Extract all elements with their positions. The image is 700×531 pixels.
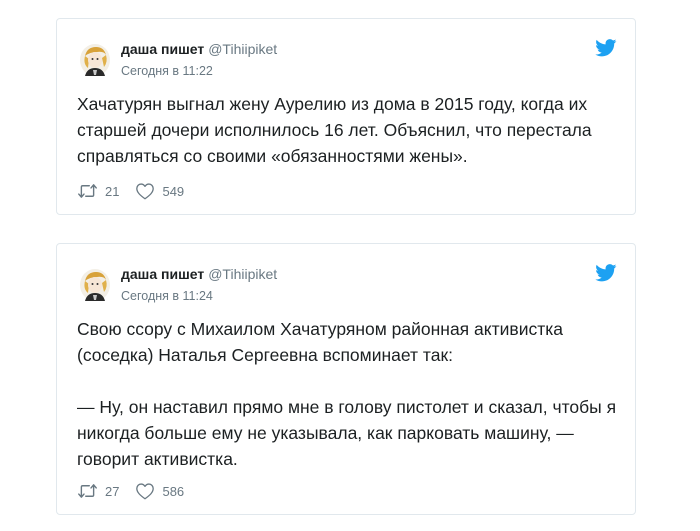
like-count: 549 xyxy=(162,183,185,199)
like-button[interactable]: 586 xyxy=(135,482,184,500)
retweet-button[interactable]: 21 xyxy=(77,183,119,199)
tweet-text-line: Свою ссору с Михаилом Хачатуряном районн… xyxy=(77,319,564,339)
user-name[interactable]: даша пишет @Tihiipiket xyxy=(121,41,277,57)
user-name[interactable]: даша пишет @Tihiipiket xyxy=(121,266,277,282)
tweet-text: Свою ссору с Михаилом Хачатуряном районн… xyxy=(77,316,619,472)
heart-icon xyxy=(136,483,155,500)
tweet-text: Хачатурян выгнал жену Аурелию из дома в … xyxy=(77,91,619,169)
retweet-count: 21 xyxy=(105,183,120,199)
retweet-icon xyxy=(78,484,97,498)
heart-icon xyxy=(136,183,155,200)
display-name[interactable]: даша пишет xyxy=(121,266,204,282)
tweet-card: даша пишет @Tihiipiket Сегодня в 11:22 Ха… xyxy=(56,18,636,215)
like-button[interactable]: 549 xyxy=(135,182,184,200)
tweet-text-line: никогда больше ему не указывала, как пар… xyxy=(77,423,574,443)
retweet-icon xyxy=(78,184,97,198)
avatar[interactable] xyxy=(77,267,113,303)
tweet-text-line: Хачатурян выгнал жену Аурелию из дома в … xyxy=(77,94,588,114)
like-count: 586 xyxy=(162,483,185,499)
display-name[interactable]: даша пишет xyxy=(121,41,204,57)
tweet-text-line: говорит активистка. xyxy=(77,449,238,469)
tweet-text-line: — Ну, он наставил прямо мне в голову пис… xyxy=(77,397,617,417)
tweet-actions: 21 549 xyxy=(77,182,200,200)
retweet-count: 27 xyxy=(105,483,120,499)
tweet-text-line: справляться со своими «обязанностями жен… xyxy=(77,146,468,166)
tweet-card: даша пишет @Tihiipiket Сегодня в 11:24 Св… xyxy=(56,243,636,515)
avatar[interactable] xyxy=(77,42,113,78)
user-handle[interactable]: @Tihiipiket xyxy=(208,266,277,282)
timestamp[interactable]: Сегодня в 11:22 xyxy=(121,64,213,78)
timestamp[interactable]: Сегодня в 11:24 xyxy=(121,289,213,303)
user-handle[interactable]: @Tihiipiket xyxy=(208,41,277,57)
twitter-bird-icon[interactable] xyxy=(595,264,617,282)
retweet-button[interactable]: 27 xyxy=(77,483,119,499)
twitter-bird-icon[interactable] xyxy=(595,39,617,57)
tweet-actions: 27 586 xyxy=(77,482,200,500)
tweet-text-line: (соседка) Наталья Сергеевна вспоминает т… xyxy=(77,345,453,365)
tweet-text-line: старшей дочери исполнилось 16 лет. Объяс… xyxy=(77,120,592,140)
